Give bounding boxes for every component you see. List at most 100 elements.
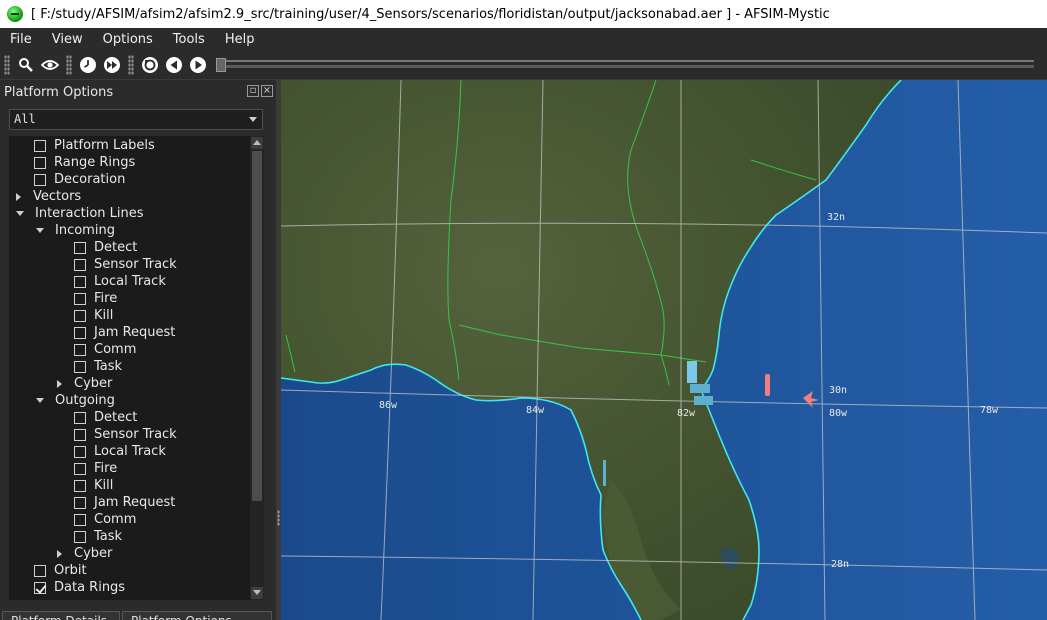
checkbox[interactable] — [74, 462, 86, 475]
tree-item[interactable]: Interaction Lines — [16, 205, 144, 222]
panel-title: Platform Options — [4, 84, 114, 100]
menu-file[interactable]: File — [0, 32, 42, 47]
checkbox[interactable] — [34, 156, 46, 169]
collapse-arrow-icon[interactable] — [57, 549, 62, 558]
float-icon[interactable]: ▫ — [247, 85, 259, 97]
expand-arrow-icon[interactable] — [16, 211, 24, 216]
tree-item[interactable]: Jam Request — [74, 494, 175, 511]
tree-item-label: Sensor Track — [94, 257, 177, 272]
checkbox[interactable] — [74, 428, 86, 441]
checkbox[interactable] — [74, 326, 86, 339]
timeline-thumb[interactable] — [216, 57, 226, 72]
options-tree: Platform Labels Range Rings Decoration Vect… — [9, 136, 250, 600]
tree-item-label: Range Rings — [54, 155, 136, 170]
map-canvas[interactable]: 32n 30n 28n 86w 84w 82w 80w 78w — [281, 80, 1047, 620]
latitude-label: 32n — [827, 212, 845, 223]
tree-item[interactable]: Comm — [74, 341, 136, 358]
checkbox[interactable] — [34, 139, 46, 152]
scrollbar-thumb[interactable] — [252, 151, 262, 501]
checkbox[interactable] — [74, 343, 86, 356]
close-icon[interactable]: × — [261, 85, 273, 97]
tab-platform-options[interactable]: Platform Options — [122, 611, 272, 620]
eye-icon[interactable] — [39, 54, 61, 76]
longitude-label: 78w — [980, 405, 999, 416]
collapse-arrow-icon[interactable] — [57, 379, 62, 388]
scroll-down-icon[interactable] — [251, 587, 263, 599]
checkbox[interactable] — [74, 411, 86, 424]
tree-item[interactable]: Task — [74, 358, 122, 375]
checkbox[interactable] — [74, 241, 86, 254]
expand-arrow-icon[interactable] — [36, 228, 44, 233]
tree-item[interactable]: Platform Labels — [34, 137, 155, 154]
checkbox[interactable] — [34, 564, 46, 577]
checkbox[interactable] — [74, 530, 86, 543]
menu-view[interactable]: View — [42, 32, 93, 47]
play-icon[interactable] — [187, 54, 209, 76]
menu-options[interactable]: Options — [93, 32, 163, 47]
tree-item[interactable]: Jam Request — [74, 324, 175, 341]
friendly-platform-icon — [690, 384, 710, 393]
menu-tools[interactable]: Tools — [163, 32, 215, 47]
tree-item[interactable]: Detect — [74, 239, 137, 256]
tree-item-label: Incoming — [55, 223, 115, 238]
tree-item[interactable]: Range Rings — [34, 154, 135, 171]
menu-help[interactable]: Help — [215, 32, 265, 47]
tree-item[interactable]: Kill — [74, 307, 113, 324]
clock-icon[interactable] — [77, 54, 99, 76]
tree-item-label: Comm — [94, 342, 137, 357]
toolbar-grip[interactable] — [128, 54, 134, 75]
checkbox[interactable] — [34, 173, 46, 186]
toolbar-grip[interactable] — [4, 54, 10, 75]
map-view[interactable]: 32n 30n 28n 86w 84w 82w 80w 78w — [281, 80, 1047, 620]
tree-item[interactable]: Comm — [74, 511, 136, 528]
tree-item-label: Task — [94, 359, 123, 374]
tree-item[interactable]: Decoration — [34, 171, 125, 188]
checkbox[interactable] — [74, 292, 86, 305]
checkbox[interactable] — [74, 258, 86, 271]
scroll-up-icon[interactable] — [251, 137, 263, 149]
tree-item[interactable]: Detect — [74, 409, 137, 426]
panel-header: Platform Options ▫ × — [4, 83, 273, 101]
checkbox-checked[interactable] — [34, 581, 46, 594]
search-icon[interactable] — [15, 54, 37, 76]
app-icon — [7, 6, 23, 22]
tree-item[interactable]: Orbit — [34, 562, 87, 579]
splitter-grip[interactable] — [277, 510, 280, 526]
tree-item-label: Detect — [94, 240, 138, 255]
tree-item[interactable]: Fire — [74, 460, 117, 477]
tab-platform-details[interactable]: Platform Details — [2, 611, 120, 620]
platform-filter-select[interactable]: All — [9, 109, 263, 130]
tree-item[interactable]: Data Rings — [34, 579, 125, 596]
restart-icon[interactable] — [139, 54, 161, 76]
tree-scrollbar[interactable] — [250, 136, 264, 600]
tree-item-label: Task — [94, 529, 123, 544]
toolbar-grip[interactable] — [66, 54, 72, 75]
tree-item[interactable]: Kill — [74, 477, 113, 494]
tree-item-label: Kill — [94, 478, 114, 493]
tree-item[interactable]: Sensor Track — [74, 426, 177, 443]
checkbox[interactable] — [74, 309, 86, 322]
fast-forward-icon[interactable] — [101, 54, 123, 76]
window-title: [ F:/study/AFSIM/afsim2/afsim2.9_src/tra… — [31, 6, 830, 22]
tree-item[interactable]: Sensor Track — [74, 256, 177, 273]
checkbox[interactable] — [74, 360, 86, 373]
timeline-slider[interactable] — [216, 57, 1034, 72]
tree-item[interactable]: Cyber — [57, 375, 112, 392]
tree-item[interactable]: Local Track — [74, 273, 166, 290]
checkbox[interactable] — [74, 513, 86, 526]
expand-arrow-icon[interactable] — [36, 398, 44, 403]
tree-item[interactable]: Local Track — [74, 443, 166, 460]
checkbox[interactable] — [74, 479, 86, 492]
tree-item[interactable]: Fire — [74, 290, 117, 307]
tree-item[interactable]: Cyber — [57, 545, 112, 562]
tree-item-label: Decoration — [54, 172, 126, 187]
tree-item[interactable]: Outgoing — [36, 392, 115, 409]
play-reverse-icon[interactable] — [163, 54, 185, 76]
checkbox[interactable] — [74, 275, 86, 288]
tree-item[interactable]: Vectors — [16, 188, 81, 205]
tree-item[interactable]: Incoming — [36, 222, 115, 239]
checkbox[interactable] — [74, 445, 86, 458]
collapse-arrow-icon[interactable] — [16, 192, 21, 201]
tree-item[interactable]: Task — [74, 528, 122, 545]
checkbox[interactable] — [74, 496, 86, 509]
